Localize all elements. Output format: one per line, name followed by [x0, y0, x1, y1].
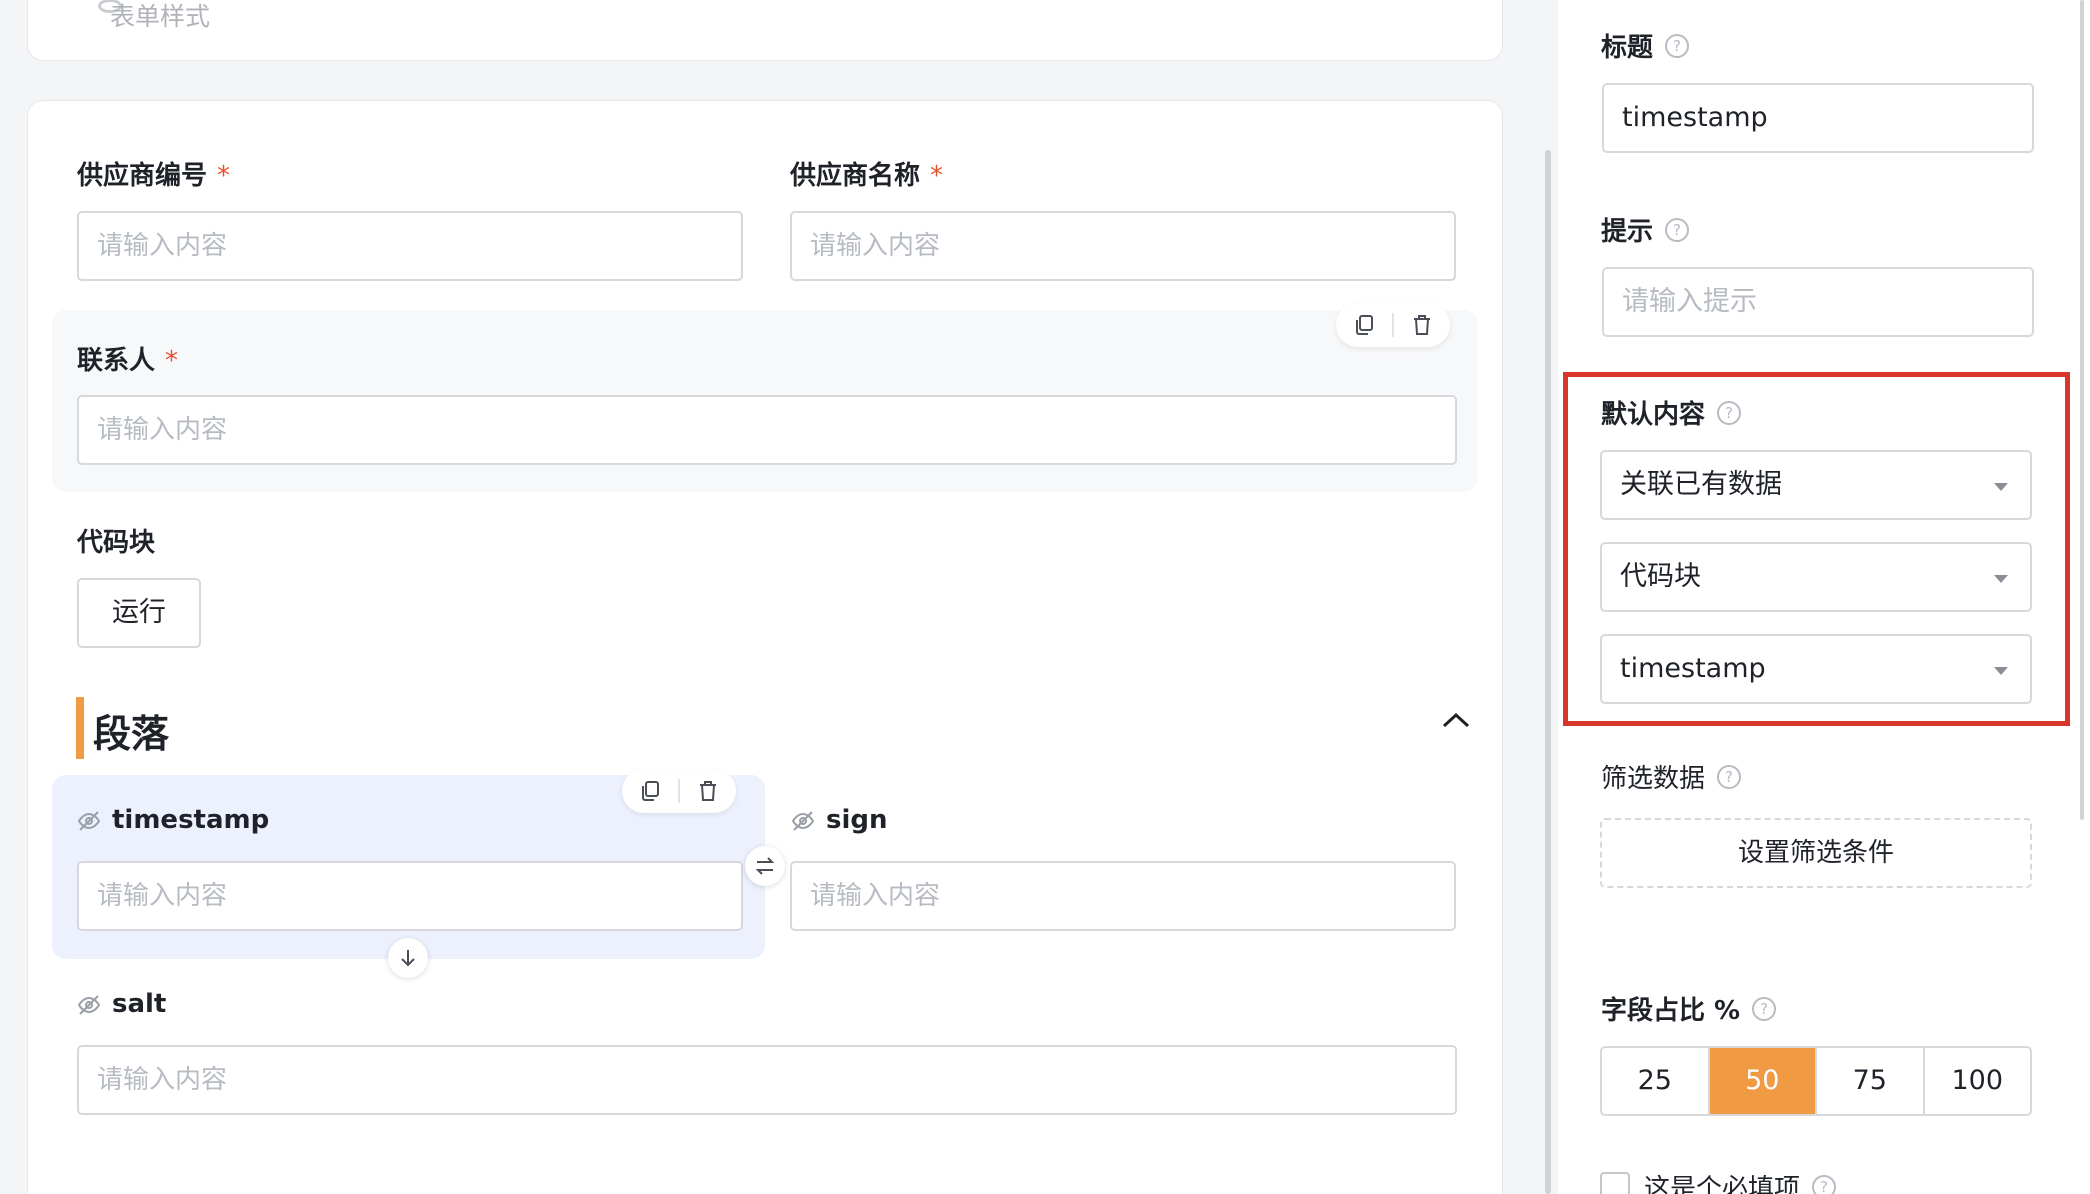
timestamp-input[interactable]: 请输入内容: [77, 861, 743, 931]
run-button[interactable]: 运行: [77, 578, 201, 648]
hint-setting-input[interactable]: 请输入提示: [1602, 267, 2034, 337]
default-content-label: 默认内容?: [1601, 394, 1742, 431]
hidden-eye-icon[interactable]: [77, 993, 101, 1017]
hidden-eye-icon[interactable]: [791, 809, 815, 833]
width-option-25[interactable]: 25: [1602, 1048, 1710, 1114]
width-option-50[interactable]: 50: [1709, 1048, 1817, 1114]
width-option-100[interactable]: 100: [1925, 1048, 2031, 1114]
help-icon[interactable]: ?: [1665, 33, 1690, 58]
default-field-value: timestamp: [1620, 653, 1766, 684]
help-icon[interactable]: ?: [1752, 996, 1777, 1021]
timestamp-field-toolbar: [622, 769, 736, 813]
default-block-value: 代码块: [1620, 561, 1701, 592]
caret-down-icon: [1994, 483, 2008, 491]
filter-data-label: 筛选数据?: [1601, 758, 1742, 795]
move-down-icon[interactable]: [388, 938, 428, 978]
set-filter-button[interactable]: 设置筛选条件: [1600, 818, 2032, 888]
supplier-code-input[interactable]: 请输入内容: [77, 211, 743, 281]
help-icon[interactable]: ?: [1717, 764, 1742, 789]
swap-icon[interactable]: [745, 846, 785, 886]
form-scrollbar[interactable]: [1545, 150, 1551, 1194]
salt-label: salt: [112, 989, 167, 1019]
title-setting-label: 标题?: [1601, 27, 1690, 64]
salt-input[interactable]: 请输入内容: [77, 1045, 1457, 1115]
caret-down-icon: [1994, 667, 2008, 675]
caret-down-icon: [1994, 575, 2008, 583]
copy-icon[interactable]: [622, 769, 678, 813]
supplier-name-label: 供应商名称 *: [790, 161, 944, 191]
required-checkbox-label: 这是个必填项?: [1644, 1168, 1837, 1194]
trash-icon[interactable]: [680, 769, 736, 813]
copy-icon[interactable]: [1336, 303, 1392, 347]
contact-field-toolbar: [1336, 303, 1450, 347]
contact-label: 联系人 *: [77, 346, 179, 376]
width-ratio-label: 字段占比 %?: [1601, 990, 1777, 1027]
width-option-75[interactable]: 75: [1817, 1048, 1925, 1114]
required-checkbox[interactable]: [1600, 1172, 1630, 1194]
trash-icon[interactable]: [1394, 303, 1450, 347]
default-field-select[interactable]: timestamp: [1600, 634, 2032, 704]
code-block-label: 代码块: [77, 528, 156, 558]
help-icon[interactable]: ?: [1717, 400, 1742, 425]
chevron-up-icon[interactable]: [1438, 708, 1474, 732]
hidden-eye-icon[interactable]: [77, 809, 101, 833]
width-ratio-segmented: 25 50 75 100: [1600, 1046, 2032, 1116]
paragraph-accent-bar: [76, 697, 84, 759]
sign-input[interactable]: 请输入内容: [790, 861, 1456, 931]
default-source-select[interactable]: 关联已有数据: [1600, 450, 2032, 520]
supplier-name-input[interactable]: 请输入内容: [790, 211, 1456, 281]
supplier-code-label: 供应商编号 *: [77, 161, 231, 191]
form-style-title: 表单样式: [110, 2, 211, 31]
hint-setting-label: 提示?: [1601, 211, 1690, 248]
contact-input[interactable]: 请输入内容: [77, 395, 1457, 465]
title-setting-input[interactable]: timestamp: [1602, 83, 2034, 153]
default-block-select[interactable]: 代码块: [1600, 542, 2032, 612]
help-icon[interactable]: ?: [1665, 217, 1690, 242]
default-source-value: 关联已有数据: [1620, 469, 1782, 500]
paragraph-title: 段落: [93, 712, 170, 756]
timestamp-label: timestamp: [112, 805, 270, 835]
panel-scrollbar[interactable]: [2080, 0, 2084, 820]
help-icon[interactable]: ?: [1812, 1174, 1837, 1194]
form-style-card[interactable]: 表单样式: [27, 0, 1503, 61]
sign-label: sign: [826, 805, 888, 835]
